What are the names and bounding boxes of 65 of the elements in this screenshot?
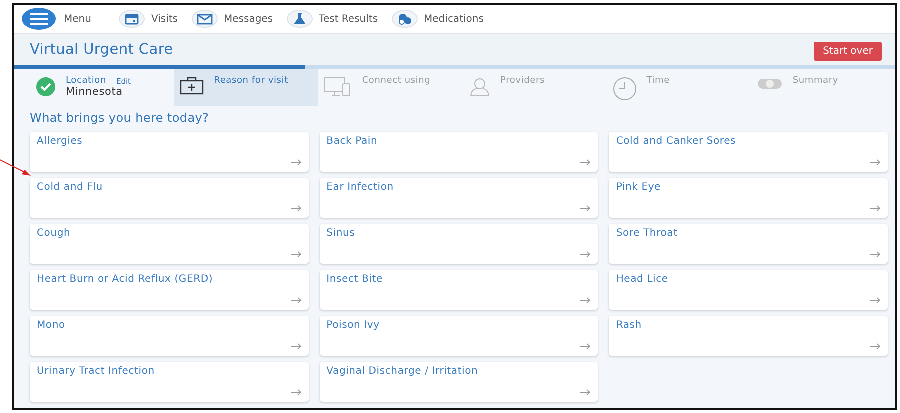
clock-icon — [612, 77, 637, 101]
arrow-icon — [290, 251, 302, 258]
reason-card[interactable]: Sinus — [320, 224, 598, 264]
arrow-icon — [870, 297, 881, 304]
arrow-icon — [870, 159, 881, 166]
step-tab[interactable]: Reason for visit — [174, 69, 318, 106]
arrow-icon — [580, 389, 592, 396]
reason-card[interactable]: Urinary Tract Infection — [30, 362, 309, 402]
step-label: Summary — [792, 76, 838, 86]
arrow-icon — [580, 251, 592, 258]
nav-link[interactable]: Messages — [192, 10, 274, 28]
arrow-icon — [580, 159, 592, 166]
person-icon — [468, 77, 491, 97]
arrow-icon — [290, 343, 302, 350]
arrow-icon — [290, 205, 302, 212]
reason-card[interactable]: Vaginal Discharge / Irritation — [320, 362, 598, 402]
reason-card[interactable]: Insect Bite — [320, 270, 598, 310]
step-value: Minnesota — [66, 86, 124, 98]
flask-icon — [294, 13, 306, 25]
reason-card[interactable]: Head Lice — [609, 270, 888, 310]
menu-link[interactable]: Menu — [64, 14, 92, 24]
pills-icon — [397, 13, 414, 25]
arrow-icon — [870, 343, 881, 350]
nav-link[interactable]: Visits — [119, 10, 178, 28]
nav-link[interactable]: Medications — [392, 10, 484, 28]
reason-card[interactable]: Allergies — [30, 132, 309, 172]
step-tab[interactable]: Time — [606, 69, 751, 106]
nav-link[interactable]: Test Results — [287, 10, 378, 28]
start-over-button[interactable]: Start over — [814, 42, 882, 61]
reason-card[interactable]: Back Pain — [320, 132, 598, 172]
reason-card[interactable]: Rash — [609, 316, 888, 356]
reason-card[interactable]: Sore Throat — [609, 224, 888, 264]
check-icon — [36, 77, 56, 97]
envelope-icon — [197, 14, 213, 24]
question-heading: What brings you here today? — [30, 111, 210, 125]
step-tab[interactable]: Connect using — [318, 69, 463, 106]
reason-card[interactable]: Poison Ivy — [320, 316, 598, 356]
step-tab[interactable]: Providers — [462, 69, 607, 106]
arrow-icon — [580, 205, 592, 212]
menu-icon[interactable] — [22, 8, 56, 30]
page-title: Virtual Urgent Care — [30, 42, 174, 58]
step-label: Location — [66, 76, 106, 86]
arrow-icon — [870, 251, 881, 258]
reason-card[interactable]: Ear Infection — [320, 178, 598, 218]
reason-card[interactable]: Cold and Canker Sores — [609, 132, 888, 172]
calendar-icon — [125, 14, 140, 24]
step-label: Connect using — [362, 76, 431, 86]
reason-card[interactable]: Cold and Flu — [30, 178, 309, 218]
arrow-icon — [580, 297, 592, 304]
monitor-phone-icon — [324, 77, 352, 97]
medical-bag-icon — [180, 77, 204, 95]
reason-card[interactable]: Cough — [30, 224, 309, 264]
step-label: Providers — [500, 76, 545, 86]
reason-card[interactable]: Pink Eye — [609, 178, 888, 218]
arrow-icon — [290, 159, 302, 166]
step-label: Time — [646, 76, 670, 86]
reason-card[interactable]: Heart Burn or Acid Reflux (GERD) — [30, 270, 309, 310]
step-tab[interactable]: Summary — [750, 69, 895, 106]
step-label: Reason for visit — [214, 76, 288, 86]
arrow-icon — [580, 343, 592, 350]
reason-card[interactable]: Mono — [30, 316, 309, 356]
arrow-icon — [290, 297, 302, 304]
arrow-icon — [290, 389, 302, 396]
arrow-icon — [870, 205, 881, 212]
toggle-icon — [756, 77, 783, 91]
